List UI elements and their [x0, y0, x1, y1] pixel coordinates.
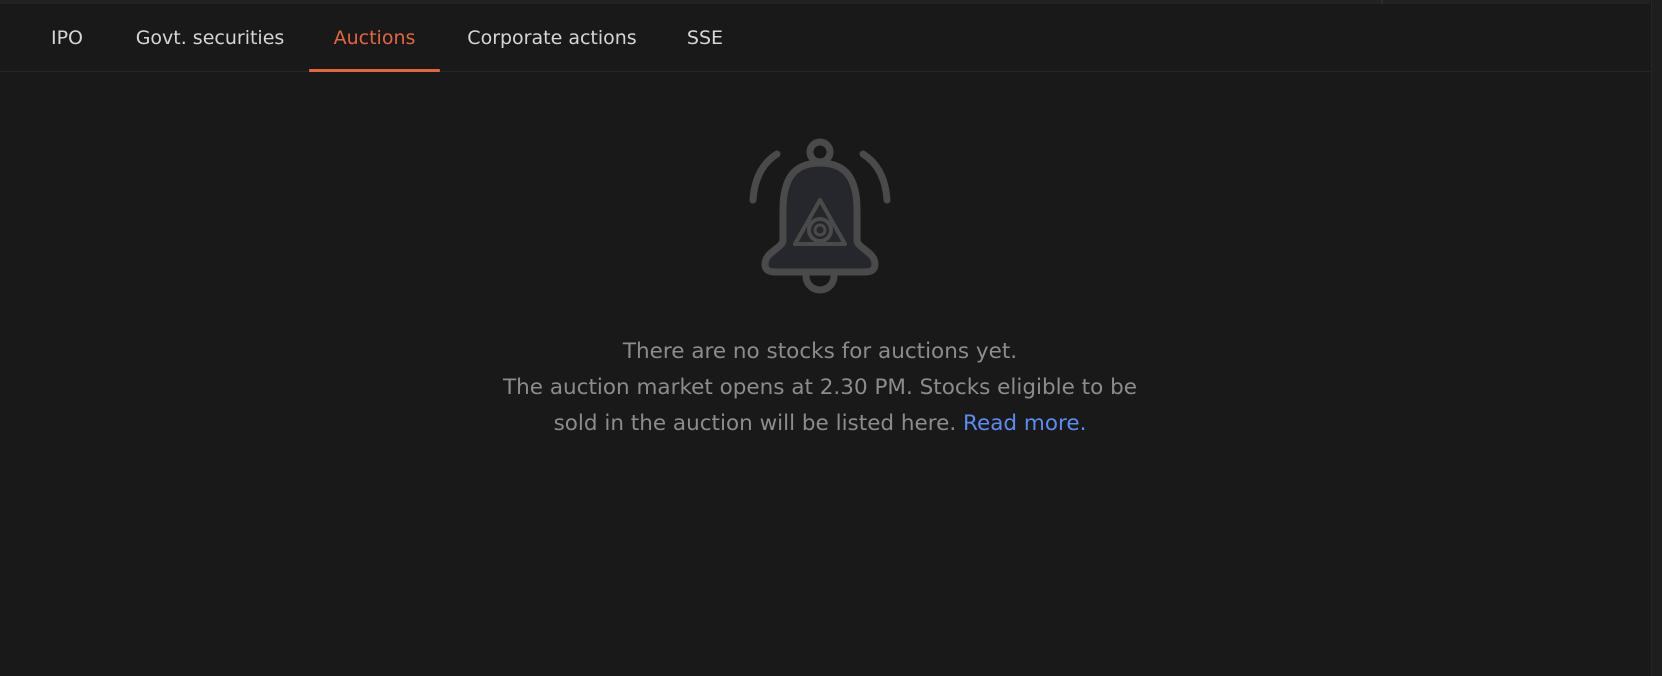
empty-state-title: There are no stocks for auctions yet.: [622, 339, 1018, 364]
active-tab-indicator: [309, 69, 440, 72]
read-more-link[interactable]: Read more.: [963, 411, 1086, 436]
tab-label: Auctions: [333, 26, 416, 49]
tab-label: Govt. securities: [135, 26, 285, 49]
empty-state: There are no stocks for auctions yet. Th…: [0, 120, 1640, 442]
tab-label: Corporate actions: [467, 26, 637, 49]
tab-auctions[interactable]: Auctions: [309, 4, 440, 72]
scrollbar-rail[interactable]: [1651, 0, 1662, 676]
tab-bar: IPO Govt. securities Auctions Corporate …: [0, 4, 1650, 72]
app-window: IPO Govt. securities Auctions Corporate …: [0, 0, 1662, 676]
tab-label: SSE: [686, 26, 724, 49]
tab-sse[interactable]: SSE: [684, 4, 726, 71]
tab-govt-securities[interactable]: Govt. securities: [135, 4, 285, 71]
empty-state-message: There are no stocks for auctions yet. Th…: [0, 334, 1640, 442]
empty-state-line-2: The auction market opens at 2.30 PM. Sto…: [503, 375, 1137, 400]
empty-state-line-3-text: sold in the auction will be listed here.: [553, 411, 957, 436]
tab-label: IPO: [50, 26, 84, 49]
empty-state-line-3: sold in the auction will be listed here.…: [0, 406, 1640, 442]
tab-corporate-actions[interactable]: Corporate actions: [464, 4, 640, 71]
tab-ipo[interactable]: IPO: [41, 4, 93, 71]
bell-icon: [749, 138, 891, 294]
